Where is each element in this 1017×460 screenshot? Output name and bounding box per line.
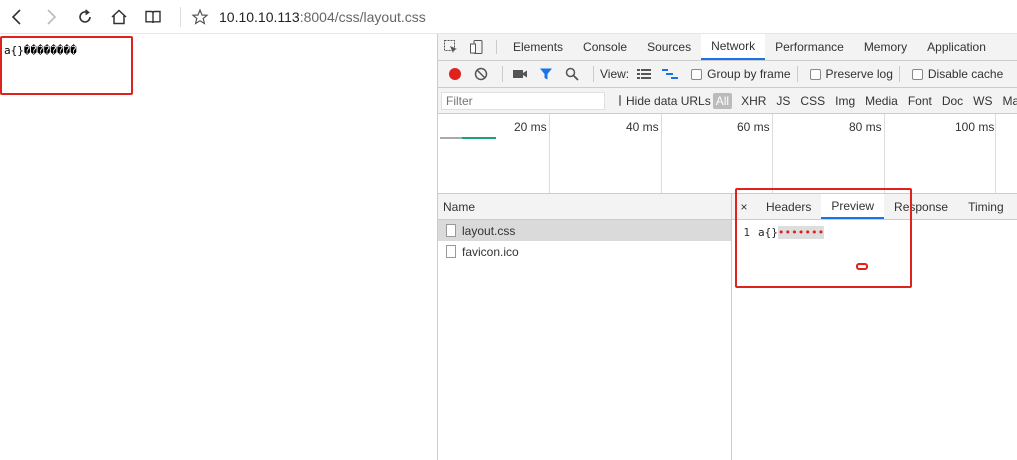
request-row-favicon[interactable]: favicon.ico [438,241,731,262]
toolbar-divider [502,66,503,82]
clear-icon [474,67,488,81]
timeline-gridline [549,114,550,193]
favorite-button[interactable] [189,0,211,34]
book-icon [145,10,161,23]
filter-icon [540,68,552,80]
timeline-gridline [884,114,885,193]
home-icon [111,8,127,24]
filter-type-media[interactable]: Media [860,94,903,108]
timeline-tick-label: 20 ms [514,120,547,134]
device-toolbar-button[interactable] [464,34,490,60]
annotation-marker [856,263,868,270]
timeline-tick-label: 40 ms [626,120,659,134]
preserve-log-checkbox[interactable] [809,68,821,80]
timeline-tick-label: 60 ms [737,120,770,134]
camera-icon [513,70,527,78]
cursor-select-icon [444,40,457,53]
annotation-box-preview [735,188,912,288]
back-button[interactable] [0,0,34,34]
tab-performance[interactable]: Performance [765,34,854,60]
disable-cache-label: Disable cache [927,67,1004,81]
list-icon [637,69,652,79]
network-overview[interactable]: 20 ms 40 ms 60 ms 80 ms 100 ms [438,114,1017,194]
search-icon [565,67,579,81]
timeline-gridline [772,114,773,193]
name-column-header[interactable]: Name [438,194,731,220]
filter-type-manifest[interactable]: Ma [998,94,1017,108]
forward-arrow-icon [47,8,57,25]
inspect-element-button[interactable] [438,34,464,60]
tab-application[interactable]: Application [917,34,996,60]
filter-type-xhr[interactable]: XHR [736,94,771,108]
record-button[interactable] [444,64,466,84]
tab-memory[interactable]: Memory [854,34,917,60]
toolbar-divider [180,6,181,27]
forward-button[interactable] [34,0,68,34]
preserve-log-label: Preserve log [825,67,893,81]
tab-sources[interactable]: Sources [637,34,701,60]
annotation-box-page [0,36,133,95]
reload-icon [79,8,91,23]
filter-type-font[interactable]: Font [903,94,937,108]
record-icon [449,68,461,80]
waterfall-icon [662,69,679,79]
group-by-frame-label: Group by frame [707,67,791,81]
toolbar-divider [593,66,594,82]
browser-toolbar: 10.10.10.113:8004/css/layout.css [0,0,1017,34]
back-arrow-icon [11,8,21,25]
clear-button[interactable] [470,64,492,84]
group-by-frame-checkbox[interactable] [691,68,703,80]
filter-bar: Hide data URLs All XHR JS CSS Img Media … [438,88,1017,114]
view-label: View: [600,67,630,81]
file-icon [446,245,456,258]
waterfall-overview-button[interactable] [659,64,681,84]
filter-toggle-button[interactable] [535,64,557,84]
capture-screenshots-button[interactable] [509,64,531,84]
disable-cache-checkbox[interactable] [911,68,923,80]
timeline-gridline [661,114,662,193]
hide-data-urls-checkbox[interactable] [619,95,621,106]
timeline-tick-label: 100 ms [955,120,995,134]
devtools-panel: Elements Console Sources Network Perform… [437,34,1017,460]
url-host: 10.10.10.113 [219,8,300,25]
device-icon [470,40,483,54]
filter-type-all[interactable]: All [712,92,733,109]
tab-elements[interactable]: Elements [503,34,573,60]
request-filename: layout.css [462,223,516,238]
url-path: :8004/css/layout.css [299,8,426,25]
filter-type-img[interactable]: Img [830,94,860,108]
request-row-layout-css[interactable]: layout.css [438,220,731,241]
tab-network[interactable]: Network [701,34,766,60]
tab-console[interactable]: Console [573,34,637,60]
requests-split-view: Name layout.css favicon.ico × Headers Pr… [438,194,1017,460]
filter-type-doc[interactable]: Doc [937,94,968,108]
timeline-request-bar [440,137,462,139]
timeline-tick-label: 80 ms [849,120,882,134]
request-list: Name layout.css favicon.ico [438,194,732,460]
tab-timing[interactable]: Timing [958,194,1014,219]
large-rows-button[interactable] [633,64,655,84]
timeline-gridline [995,114,996,193]
timeline-request-bar [462,137,496,139]
address-bar[interactable]: 10.10.10.113:8004/css/layout.css [219,9,426,25]
reload-button[interactable] [68,0,102,34]
reading-view-button[interactable] [136,0,170,34]
network-toolbar: View: Group by frame Preserve log Disabl… [438,61,1017,88]
toolbar-divider [796,66,798,82]
file-icon [446,224,456,237]
filter-type-css[interactable]: CSS [795,94,830,108]
filter-input[interactable] [441,91,605,110]
devtools-tab-bar: Elements Console Sources Network Perform… [438,34,1017,61]
tab-divider [496,40,497,54]
toolbar-divider [898,66,900,82]
filter-type-ws[interactable]: WS [968,94,997,108]
home-button[interactable] [102,0,136,34]
search-button[interactable] [561,64,583,84]
star-icon [191,7,209,25]
page-viewport: a{}�������� [0,34,437,460]
request-filename: favicon.ico [462,244,519,259]
filter-type-js[interactable]: JS [771,94,795,108]
hide-data-urls-label: Hide data URLs [626,93,711,108]
